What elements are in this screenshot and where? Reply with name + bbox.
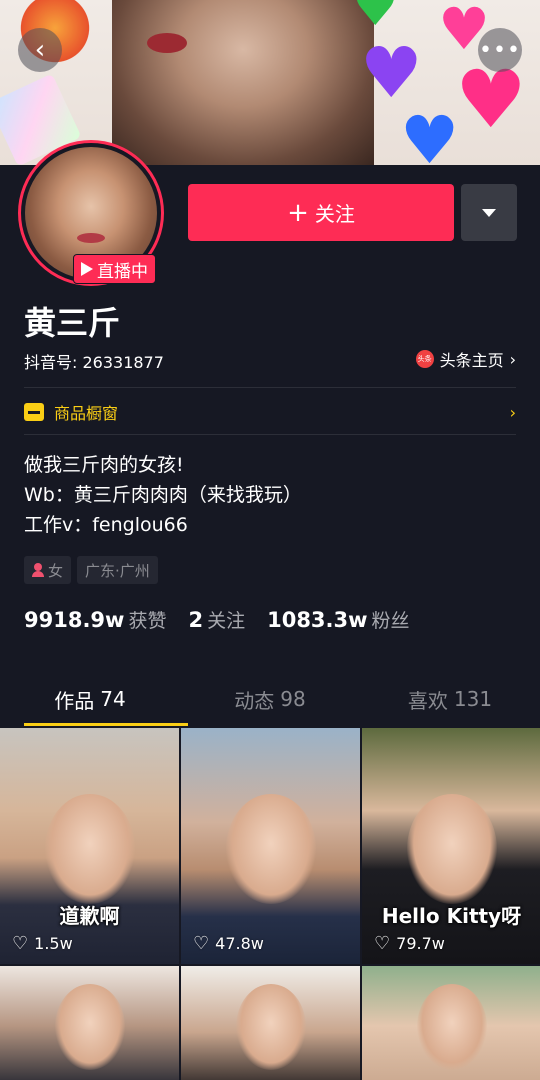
video-caption: 道歉啊 — [59, 904, 120, 928]
purple-heart-icon: ♥ — [360, 32, 423, 114]
bio-line: 做我三斤肉的女孩! — [24, 454, 184, 476]
tab-likes[interactable]: 喜欢 131 — [360, 672, 540, 726]
thumbnail-face — [225, 794, 316, 905]
tab-dynamics[interactable]: 动态 98 — [180, 672, 360, 726]
video-like-count: 47.8w — [215, 934, 264, 953]
recommend-dropdown-button[interactable] — [461, 184, 517, 241]
play-icon — [81, 262, 93, 276]
profile-stats: 9918.9w 获赞 2 关注 1083.3w 粉丝 — [24, 606, 432, 633]
tab-label: 作品 — [54, 688, 95, 713]
caret-down-icon — [482, 208, 496, 217]
video-like-count: 1.5w — [34, 934, 73, 953]
back-button[interactable]: ‹ — [18, 28, 62, 72]
following-label[interactable]: 关注 — [207, 606, 245, 633]
bio-line: 工作v：fenglou66 — [24, 514, 188, 536]
following-count[interactable]: 2 — [188, 608, 203, 632]
cover-photo — [112, 0, 374, 165]
chevron-right-icon: › — [509, 402, 516, 422]
bio: 做我三斤肉的女孩! Wb：黄三斤肉肉肉（来找我玩） 工作v：fenglou66 — [24, 450, 302, 540]
video-grid: 道歉啊 ♡ 1.5w ♡ 47.8w Hello Kitty呀 ♡ 79.7w — [0, 728, 540, 1080]
tab-label: 喜欢 — [407, 688, 448, 713]
live-label: 直播中 — [97, 261, 148, 282]
likes-count: 9918.9w — [24, 608, 125, 632]
more-dots-icon: ••• — [479, 37, 521, 63]
follow-label: 关注 — [314, 202, 355, 226]
video-like-count: 79.7w — [396, 934, 445, 953]
heart-outline-icon: ♡ — [374, 933, 391, 954]
tab-works[interactable]: 作品 74 — [0, 672, 188, 726]
video-likes: ♡ 47.8w — [193, 933, 264, 954]
profile-tags: 女 广东·广州 — [24, 556, 158, 584]
gender-tag: 女 — [24, 556, 72, 584]
live-badge[interactable]: 直播中 — [73, 254, 156, 284]
toutiao-label: 头条主页 — [439, 351, 504, 370]
video-likes: ♡ 1.5w — [12, 933, 73, 954]
video-caption: Hello Kitty呀 — [381, 904, 522, 928]
followers-count[interactable]: 1083.3w — [267, 608, 367, 632]
video-thumbnail[interactable]: Hello Kitty呀 ♡ 79.7w — [362, 728, 540, 964]
toutiao-homepage-link[interactable]: 头条 头条主页 › — [415, 347, 516, 371]
plus-icon: + — [287, 197, 309, 228]
profile-name: 黄三斤 — [24, 304, 121, 342]
thumbnail-face — [235, 984, 306, 1070]
chevron-right-icon: › — [509, 349, 516, 369]
gender-label: 女 — [48, 561, 64, 580]
divider — [24, 434, 516, 435]
location-tag: 广东·广州 — [77, 556, 158, 584]
thumbnail-face — [54, 984, 125, 1070]
divider — [24, 387, 516, 388]
back-chevron-icon: ‹ — [34, 35, 46, 65]
female-icon — [32, 563, 44, 577]
profile-tabs: 作品 74 动态 98 喜欢 131 — [0, 672, 540, 726]
video-likes: ♡ 79.7w — [374, 933, 445, 954]
cover-lips — [147, 33, 187, 53]
likes-label: 获赞 — [128, 610, 167, 632]
pink-heart-large-icon: ♥ — [455, 53, 527, 146]
shop-window-label: 商品橱窗 — [54, 404, 119, 423]
thumbnail-face — [406, 794, 497, 905]
video-thumbnail[interactable] — [181, 966, 360, 1080]
followers-label[interactable]: 粉丝 — [372, 606, 410, 633]
follow-button[interactable]: + 关注 — [188, 184, 454, 241]
tab-label: 动态 — [234, 688, 275, 713]
tab-count: 98 — [280, 687, 306, 711]
tab-count: 131 — [453, 687, 493, 711]
video-thumbnail[interactable] — [0, 966, 179, 1080]
location-label: 广东·广州 — [85, 561, 150, 580]
heart-outline-icon: ♡ — [12, 933, 29, 954]
shop-window-row[interactable]: 商品橱窗 › — [24, 398, 516, 426]
more-button[interactable]: ••• — [478, 28, 522, 72]
video-thumbnail[interactable] — [362, 966, 540, 1080]
douyin-id: 抖音号: 26331877 — [24, 353, 164, 372]
avatar-lips — [77, 233, 105, 243]
toutiao-logo-icon: 头条 — [415, 350, 434, 368]
blue-heart-icon: ♥ — [400, 102, 460, 166]
video-thumbnail[interactable]: 道歉啊 ♡ 1.5w — [0, 728, 179, 964]
shop-icon — [24, 403, 44, 421]
thumbnail-face — [416, 984, 487, 1070]
heart-outline-icon: ♡ — [193, 933, 210, 954]
video-thumbnail[interactable]: ♡ 47.8w — [181, 728, 360, 964]
green-heart-icon: ♥ — [352, 0, 399, 38]
tab-count: 74 — [100, 687, 126, 711]
thumbnail-face — [44, 794, 135, 905]
bio-line: Wb：黄三斤肉肉肉（来找我玩） — [24, 484, 302, 506]
